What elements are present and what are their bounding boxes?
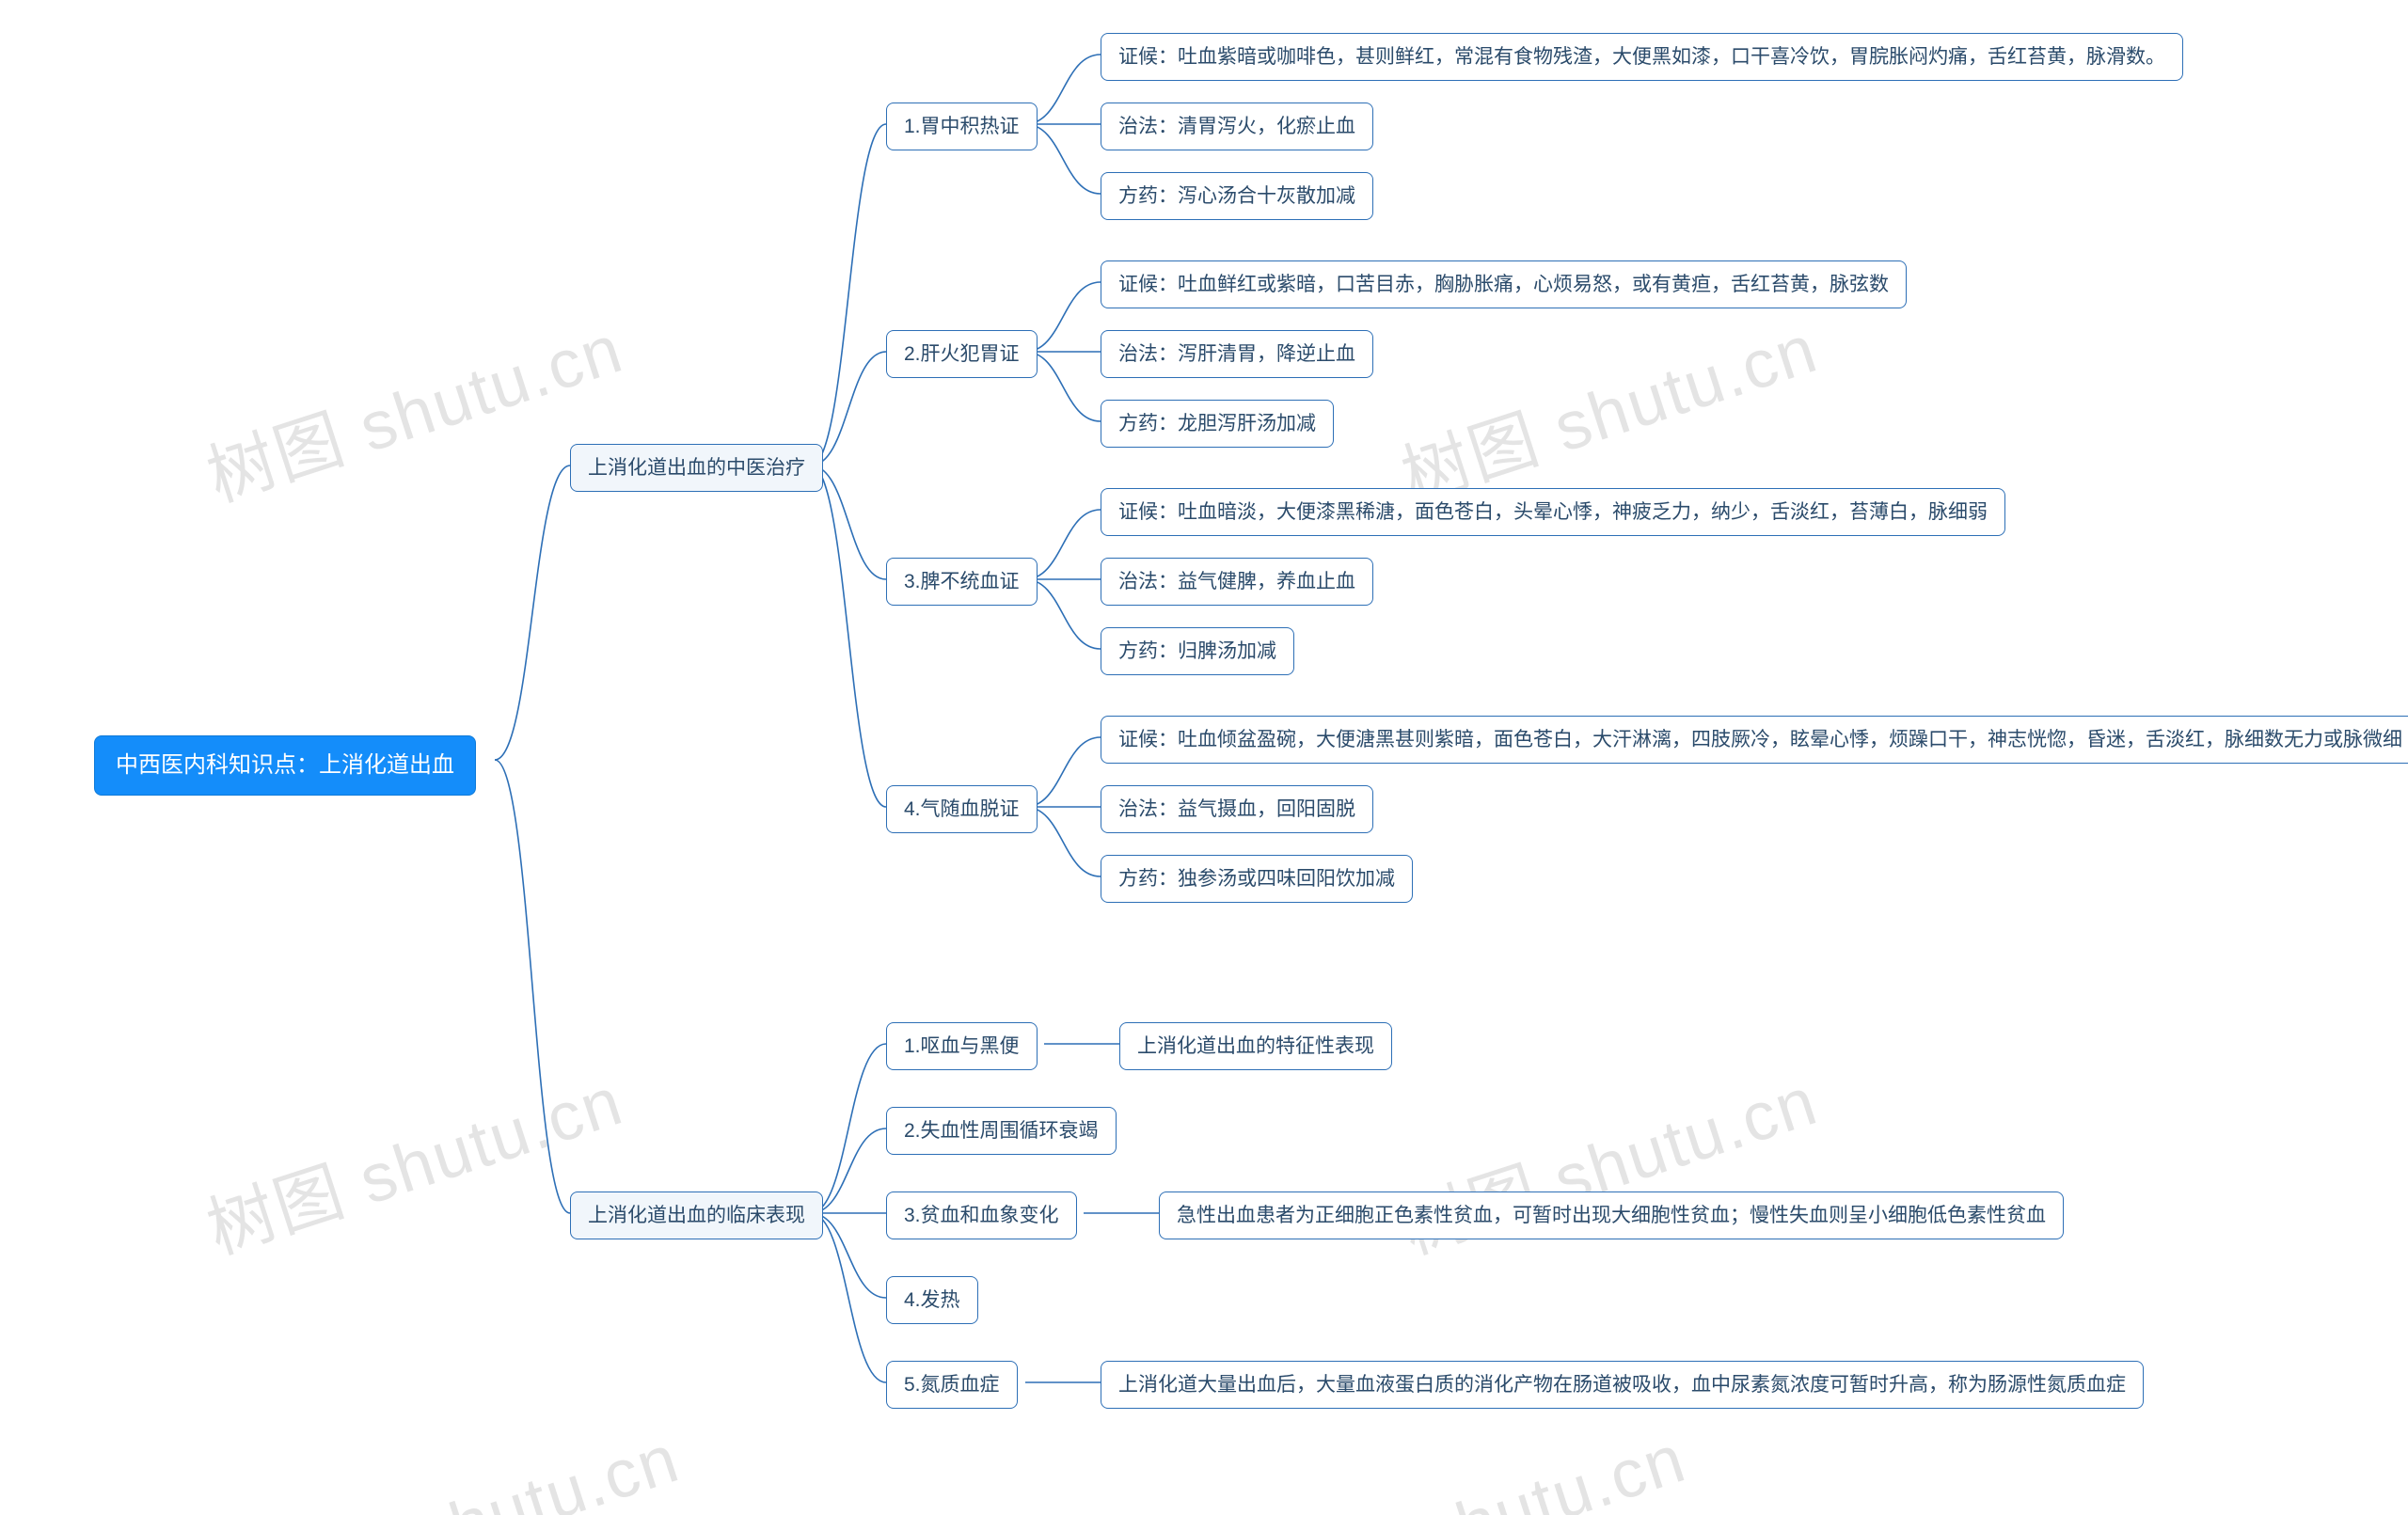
- node-b1c2d3[interactable]: 方药：龙胆泻肝汤加减: [1101, 400, 1334, 448]
- node-b2c2[interactable]: 2.失血性周围循环衰竭: [886, 1107, 1117, 1155]
- node-b1c3d1[interactable]: 证候：吐血暗淡，大便漆黑稀溏，面色苍白，头晕心悸，神疲乏力，纳少，舌淡红，苔薄白…: [1101, 488, 2005, 536]
- node-b2c5[interactable]: 5.氮质血症: [886, 1361, 1018, 1409]
- node-b1c4d3[interactable]: 方药：独参汤或四味回阳饮加减: [1101, 855, 1413, 903]
- watermark: 树图 shutu.cn: [193, 293, 633, 520]
- mindmap-canvas: 树图 shutu.cn 树图 shutu.cn 树图 shutu.cn 树图 s…: [0, 0, 2408, 1515]
- node-b1c4d1[interactable]: 证候：吐血倾盆盈碗，大便溏黑甚则紫暗，面色苍白，大汗淋漓，四肢厥冷，眩晕心悸，烦…: [1101, 716, 2408, 764]
- node-b1c2d1[interactable]: 证候：吐血鲜红或紫暗，口苦目赤，胸胁胀痛，心烦易怒，或有黄疸，舌红苔黄，脉弦数: [1101, 260, 1907, 308]
- node-b1c1d3[interactable]: 方药：泻心汤合十灰散加减: [1101, 172, 1373, 220]
- node-b1c4d2[interactable]: 治法：益气摄血，回阳固脱: [1101, 785, 1373, 833]
- node-b2c5d1[interactable]: 上消化道大量出血后，大量血液蛋白质的消化产物在肠道被吸收，血中尿素氮浓度可暂时升…: [1101, 1361, 2144, 1409]
- watermark: 树图 shutu.cn: [1387, 293, 1828, 520]
- node-b1c4[interactable]: 4.气随血脱证: [886, 785, 1038, 833]
- watermark: 树图 shutu.cn: [193, 1046, 633, 1272]
- node-b2c1[interactable]: 1.呕血与黑便: [886, 1022, 1038, 1070]
- node-b2c3d1[interactable]: 急性出血患者为正细胞正色素性贫血，可暂时出现大细胞性贫血；慢性失血则呈小细胞低色…: [1159, 1191, 2064, 1239]
- node-b1c1[interactable]: 1.胃中积热证: [886, 103, 1038, 150]
- branch-clinical-manifestation[interactable]: 上消化道出血的临床表现: [570, 1191, 823, 1239]
- node-b1c3d2[interactable]: 治法：益气健脾，养血止血: [1101, 558, 1373, 606]
- node-b1c1d2[interactable]: 治法：清胃泻火，化瘀止血: [1101, 103, 1373, 150]
- node-b2c1d1[interactable]: 上消化道出血的特征性表现: [1119, 1022, 1392, 1070]
- node-b2c3[interactable]: 3.贫血和血象变化: [886, 1191, 1077, 1239]
- node-b1c2[interactable]: 2.肝火犯胃证: [886, 330, 1038, 378]
- watermark: 树图 shutu.cn: [1256, 1403, 1696, 1515]
- node-b1c3[interactable]: 3.脾不统血证: [886, 558, 1038, 606]
- node-b1c3d3[interactable]: 方药：归脾汤加减: [1101, 627, 1294, 675]
- node-b1c2d2[interactable]: 治法：泻肝清胃，降逆止血: [1101, 330, 1373, 378]
- branch-tcm-treatment[interactable]: 上消化道出血的中医治疗: [570, 444, 823, 492]
- node-b1c1d1[interactable]: 证候：吐血紫暗或咖啡色，甚则鲜红，常混有食物残渣，大便黑如漆，口干喜冷饮，胃脘胀…: [1101, 33, 2183, 81]
- watermark: 树图 shutu.cn: [249, 1403, 689, 1515]
- root-node[interactable]: 中西医内科知识点：上消化道出血: [94, 735, 476, 796]
- node-b2c4[interactable]: 4.发热: [886, 1276, 978, 1324]
